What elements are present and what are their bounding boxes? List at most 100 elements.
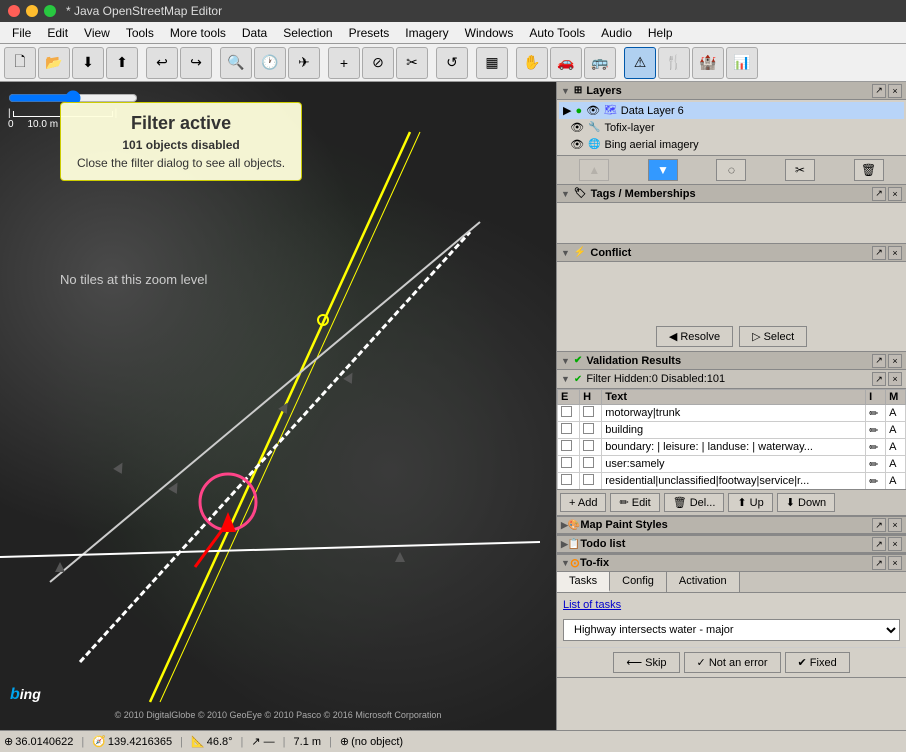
undo-button[interactable]: ↩ xyxy=(146,47,178,79)
validation-detach-button[interactable]: ↗ xyxy=(872,354,886,368)
filter-hidden-controls: ↗ × xyxy=(872,372,902,386)
tags-detach-button[interactable]: ↗ xyxy=(872,187,886,201)
filter-hidden-detach-button[interactable]: ↗ xyxy=(872,372,886,386)
tab-tasks[interactable]: Tasks xyxy=(557,572,610,592)
layer-up-button[interactable]: ▲ xyxy=(579,159,609,181)
layer-item-bing[interactable]: 👁 🌐 Bing aerial imagery xyxy=(559,136,904,153)
resolve-button[interactable]: ◀ Resolve xyxy=(656,326,733,347)
fixed-button[interactable]: ✔ Fixed xyxy=(785,652,850,673)
todo-collapse-icon[interactable]: ▶ xyxy=(561,539,568,550)
tab-activation[interactable]: Activation xyxy=(667,572,740,592)
layers-close-button[interactable]: × xyxy=(888,84,902,98)
bus-button[interactable]: 🚌 xyxy=(584,47,616,79)
task-dropdown[interactable]: Highway intersects water - major xyxy=(563,619,900,641)
del-filter-button[interactable]: 🗑 Del... xyxy=(664,493,725,512)
layer-eye-icon[interactable]: 👁 xyxy=(586,104,600,117)
menu-selection[interactable]: Selection xyxy=(275,24,340,42)
minimize-button[interactable] xyxy=(26,5,38,17)
skip-button[interactable]: ⟵ Skip xyxy=(613,652,679,673)
tofix-close-button[interactable]: × xyxy=(888,556,902,570)
validation-collapse-icon[interactable]: ▼ xyxy=(561,356,570,366)
menu-auto-tools[interactable]: Auto Tools xyxy=(521,24,593,42)
map-paint-detach-button[interactable]: ↗ xyxy=(872,518,886,532)
todo-detach-button[interactable]: ↗ xyxy=(872,537,886,551)
maximize-button[interactable] xyxy=(44,5,56,17)
history-button[interactable]: 🕐 xyxy=(254,47,286,79)
filter-hidden-collapse-icon[interactable]: ▼ xyxy=(561,374,570,384)
layers-detach-button[interactable]: ↗ xyxy=(872,84,886,98)
filter-button[interactable]: ⊘ xyxy=(362,47,394,79)
select-area-button[interactable]: ▦ xyxy=(476,47,508,79)
validation-table-wrap[interactable]: E H Text I M motorway|trunk xyxy=(557,389,906,489)
map-paint-close-button[interactable]: × xyxy=(888,518,902,532)
fork-button[interactable]: 🍴 xyxy=(658,47,690,79)
refresh-button[interactable]: ↺ xyxy=(436,47,468,79)
map-paint-collapse-icon[interactable]: ▶ xyxy=(561,520,568,531)
gpx-button[interactable]: ✈ xyxy=(288,47,320,79)
filter-hidden-close-button[interactable]: × xyxy=(888,372,902,386)
upload-button[interactable]: ⬆ xyxy=(106,47,138,79)
layer-delete-button[interactable]: 🗑 xyxy=(854,159,884,181)
conflict-detach-button[interactable]: ↗ xyxy=(872,246,886,260)
menu-more-tools[interactable]: More tools xyxy=(162,24,234,42)
validation-close-button[interactable]: × xyxy=(888,354,902,368)
down-filter-button[interactable]: ⬇ Down xyxy=(777,493,835,512)
pan-button[interactable]: ✋ xyxy=(516,47,548,79)
menu-view[interactable]: View xyxy=(76,24,118,42)
table-row[interactable]: motorway|trunk ✏ A xyxy=(558,405,906,422)
validation-scroll[interactable]: E H Text I M motorway|trunk xyxy=(557,389,906,489)
tofix-collapse-icon[interactable]: ▼ xyxy=(561,558,570,568)
not-error-button[interactable]: ✓ Not an error xyxy=(684,652,781,673)
menu-imagery[interactable]: Imagery xyxy=(397,24,456,42)
list-of-tasks-link[interactable]: List of tasks xyxy=(563,599,621,611)
edit-filter-button[interactable]: ✏ Edit xyxy=(610,493,659,512)
window-controls[interactable] xyxy=(8,5,56,17)
layer-down-arrow-button[interactable]: ▼ xyxy=(648,159,678,181)
table-row[interactable]: residential|unclassified|footway|service… xyxy=(558,473,906,490)
add-filter-button[interactable]: + Add xyxy=(560,493,606,512)
up-filter-button[interactable]: ⬆ Up xyxy=(728,493,772,512)
todo-close-button[interactable]: × xyxy=(888,537,902,551)
cell-e xyxy=(558,456,580,473)
menu-data[interactable]: Data xyxy=(234,24,275,42)
conflict-collapse-icon[interactable]: ▼ xyxy=(561,248,570,258)
layers-title: Layers xyxy=(586,85,621,97)
menu-file[interactable]: File xyxy=(4,24,39,42)
table-row[interactable]: building ✏ A xyxy=(558,422,906,439)
layer-item-data[interactable]: ▶ ● 👁 🗺 Data Layer 6 xyxy=(559,102,904,119)
car-button[interactable]: 🚗 xyxy=(550,47,582,79)
menu-tools[interactable]: Tools xyxy=(118,24,162,42)
tofix-detach-button[interactable]: ↗ xyxy=(872,556,886,570)
layers-collapse-icon[interactable]: ▼ xyxy=(561,86,570,96)
layer-eye-icon3[interactable]: 👁 xyxy=(570,138,584,151)
select-button[interactable]: ▷ Select xyxy=(739,326,807,347)
menu-edit[interactable]: Edit xyxy=(39,24,76,42)
layer-deactivate-button[interactable]: ◌ xyxy=(716,159,746,181)
map-area[interactable]: | | 0 10.0 m Filter active 101 objects d… xyxy=(0,82,556,730)
castle-button[interactable]: 🏰 xyxy=(692,47,724,79)
menu-audio[interactable]: Audio xyxy=(593,24,640,42)
conflict-close-button[interactable]: × xyxy=(888,246,902,260)
close-button[interactable] xyxy=(8,5,20,17)
download-button[interactable]: ⬇ xyxy=(72,47,104,79)
chart-button[interactable]: 📊 xyxy=(726,47,758,79)
menu-presets[interactable]: Presets xyxy=(341,24,398,42)
table-row[interactable]: boundary: | leisure: | landuse: | waterw… xyxy=(558,439,906,456)
tab-config[interactable]: Config xyxy=(610,572,667,592)
split-button[interactable]: ✂ xyxy=(396,47,428,79)
redo-button[interactable]: ↪ xyxy=(180,47,212,79)
new-button[interactable]: 🗋 xyxy=(4,47,36,79)
menu-windows[interactable]: Windows xyxy=(457,24,522,42)
tags-collapse-icon[interactable]: ▼ xyxy=(561,189,570,199)
zoom-button[interactable]: 🔍 xyxy=(220,47,252,79)
add-node-button[interactable]: + xyxy=(328,47,360,79)
layer-eye-icon2[interactable]: 👁 xyxy=(570,121,584,134)
layer-merge-button[interactable]: ✂ xyxy=(785,159,815,181)
table-row[interactable]: user:samely ✏ A xyxy=(558,456,906,473)
tags-close-button[interactable]: × xyxy=(888,187,902,201)
menu-help[interactable]: Help xyxy=(640,24,681,42)
tags-section: ▼ 🏷 Tags / Memberships ↗ × xyxy=(557,185,906,244)
warning-button[interactable]: ⚠ xyxy=(624,47,656,79)
open-button[interactable]: 📂 xyxy=(38,47,70,79)
layer-item-tofix[interactable]: 👁 🔧 Tofix-layer xyxy=(559,119,904,136)
